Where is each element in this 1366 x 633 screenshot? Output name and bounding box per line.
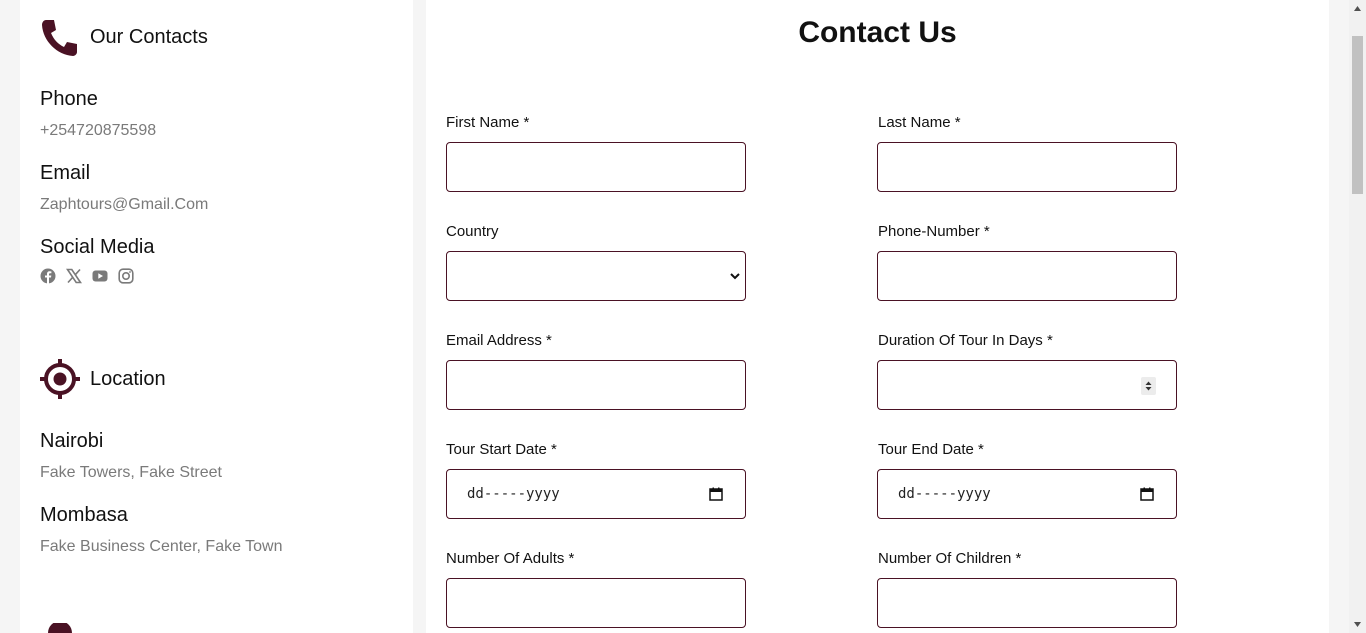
first-name-field[interactable] (446, 142, 746, 192)
phone-number-label: Phone-Number * (878, 223, 990, 240)
scroll-up-icon[interactable] (1353, 4, 1362, 13)
phone-icon (42, 20, 77, 56)
phone-number-input[interactable] (878, 252, 1176, 300)
location-heading: Location (40, 359, 166, 399)
end-date-label: Tour End Date * (878, 441, 984, 458)
page-title: Contact Us (798, 16, 957, 49)
spinner-arrows-icon (1145, 381, 1152, 391)
scroll-thumb[interactable] (1352, 36, 1363, 194)
facebook-icon[interactable] (40, 268, 56, 284)
social-icons (40, 268, 134, 284)
first-name-input[interactable] (447, 143, 745, 191)
country-label: Country (446, 223, 499, 240)
email-value: Zaphtours@Gmail.Com (40, 196, 209, 213)
x-twitter-icon[interactable] (66, 268, 82, 284)
last-name-field[interactable] (877, 142, 1177, 192)
email-address-input[interactable] (447, 361, 745, 409)
children-input[interactable] (878, 579, 1176, 627)
children-label: Number Of Children * (878, 550, 1022, 567)
last-name-input[interactable] (878, 143, 1176, 191)
chevron-down-icon (730, 273, 740, 280)
calendar-icon[interactable] (709, 487, 723, 501)
contact-form-card: Contact Us First Name * Last Name * Coun… (426, 0, 1329, 633)
phone-number-field[interactable] (877, 251, 1177, 301)
office-address: Fake Towers, Fake Street (40, 464, 222, 481)
adults-label: Number Of Adults * (446, 550, 575, 567)
scroll-down-icon[interactable] (1353, 620, 1362, 629)
phone-value: +254720875598 (40, 122, 157, 139)
country-select[interactable] (446, 251, 746, 301)
vertical-scrollbar[interactable] (1349, 0, 1366, 633)
email-address-label: Email Address * (446, 332, 552, 349)
duration-field[interactable] (877, 360, 1177, 410)
social-media-label: Social Media (40, 236, 155, 258)
calendar-icon[interactable] (1140, 487, 1154, 501)
adults-input[interactable] (447, 579, 745, 627)
instagram-icon[interactable] (118, 268, 134, 284)
youtube-icon[interactable] (92, 268, 108, 284)
email-label: Email (40, 162, 91, 184)
end-date-field[interactable]: dd-----yyyy (877, 469, 1177, 519)
adults-field[interactable] (446, 578, 746, 628)
start-date-placeholder: dd-----yyyy (467, 486, 560, 502)
office-city: Nairobi (40, 430, 104, 452)
start-date-field[interactable]: dd-----yyyy (446, 469, 746, 519)
last-name-label: Last Name * (878, 114, 961, 131)
duration-label: Duration Of Tour In Days * (878, 332, 1053, 349)
next-section-icon (48, 623, 72, 633)
children-field[interactable] (877, 578, 1177, 628)
phone-label: Phone (40, 88, 98, 110)
contacts-heading-text: Our Contacts (90, 25, 208, 48)
end-date-placeholder: dd-----yyyy (898, 486, 991, 502)
page-gutter (1329, 0, 1349, 633)
contacts-card: Our Contacts Phone +254720875598 Email Z… (20, 0, 413, 633)
first-name-label: First Name * (446, 114, 530, 131)
email-address-field[interactable] (446, 360, 746, 410)
office-city: Mombasa (40, 504, 128, 526)
contacts-heading: Our Contacts (40, 17, 208, 57)
start-date-label: Tour Start Date * (446, 441, 557, 458)
location-heading-text: Location (90, 367, 166, 390)
office-address: Fake Business Center, Fake Town (40, 538, 283, 555)
number-spinner[interactable] (1141, 377, 1156, 395)
location-target-icon (40, 359, 80, 399)
